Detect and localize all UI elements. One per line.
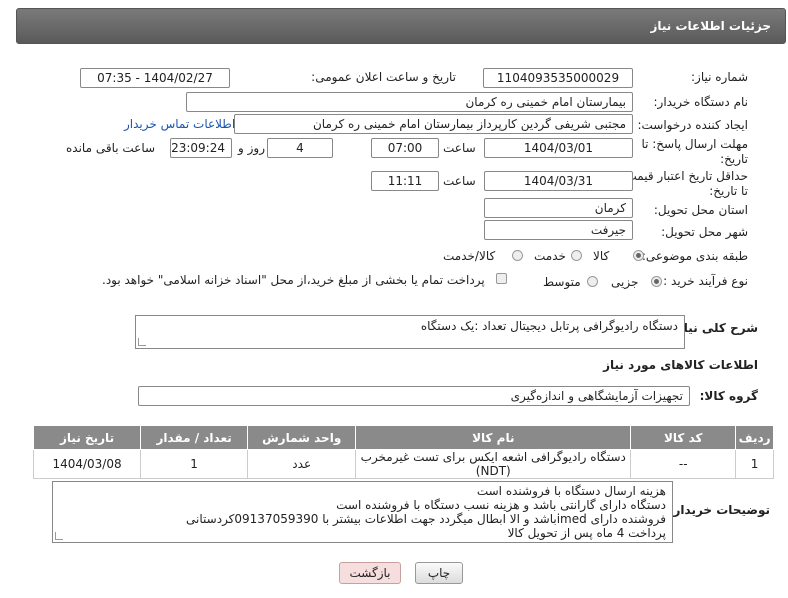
remaining-time-field[interactable]: 23:09:24 [170,138,232,158]
resize-handle-icon[interactable] [55,532,63,540]
header-bar: جزئیات اطلاعات نیاز [16,8,786,44]
process-label: نوع فرآیند خرید : [663,274,748,288]
cell-unit: عدد [247,449,357,479]
buyer-note-line: پرداخت 4 ماه پس از تحویل کالا [507,526,666,540]
validity-date-field[interactable]: 1404/03/31 [484,171,633,191]
category-label: طبقه بندی موضوعی: [641,249,748,263]
deadline-date-field[interactable]: 1404/03/01 [484,138,633,158]
days-field[interactable]: 4 [267,138,333,158]
city-field[interactable]: جیرفت [484,220,633,240]
treasury-payment-note: پرداخت تمام یا بخشی از مبلغ خرید،از محل … [102,273,485,287]
goods-table-header: ردیف کد کالا نام کالا واحد شمارش تعداد /… [32,425,774,450]
announce-field[interactable]: 1404/02/27 - 07:35 [80,68,230,88]
col-date: تاریخ نیاز [32,425,142,450]
process-option-minor: جزیی [611,275,639,289]
deadline-label-2: تاریخ: [720,152,748,166]
cell-code: -- [630,449,737,479]
category-option-goods: کالا [593,249,610,263]
col-unit: واحد شمارش [247,425,357,450]
print-button[interactable]: چاپ [415,562,463,584]
description-text: دستگاه رادیوگرافی پرتابل دیجیتال تعداد :… [420,319,678,333]
process-radio-minor[interactable] [651,276,662,287]
creator-label: ایجاد کننده درخواست: [637,118,748,132]
announce-label: تاریخ و ساعت اعلان عمومی: [311,70,456,84]
buyer-contact-link[interactable]: اطلاعات تماس خریدار [124,117,235,131]
col-name: نام کالا [355,425,632,450]
validity-label-2: تا تاریخ: [709,184,748,198]
buyer-note-line: هزینه ارسال دستگاه با فروشنده است [476,484,666,498]
city-label: شهر محل تحویل: [661,225,748,239]
buyer-notes-label: توضیحات خریدار: [668,503,770,517]
page-title: جزئیات اطلاعات نیاز [650,19,771,33]
category-radio-goods[interactable] [633,250,644,261]
deadline-time-field[interactable]: 07:00 [371,138,439,158]
province-label: استان محل تحویل: [653,203,748,217]
province-field[interactable]: کرمان [484,198,633,218]
deadline-label: مهلت ارسال پاسخ: تا [641,137,748,151]
cell-date: 1404/03/08 [32,449,142,479]
cell-qty: 1 [140,449,249,479]
goods-table: ردیف کد کالا نام کالا واحد شمارش تعداد /… [32,425,774,479]
col-code: کد کالا [630,425,737,450]
remaining-label: ساعت باقی مانده [66,141,156,155]
validity-label: حداقل تاریخ اعتبار قیمت: [621,169,748,183]
category-option-both: کالا/خدمت [443,249,496,263]
goods-group-label: گروه کالا: [699,389,758,403]
buyer-org-field[interactable]: بیمارستان امام خمینی ره کرمان [186,92,633,112]
category-radio-service[interactable] [571,250,582,261]
validity-time-field[interactable]: 11:11 [371,171,439,191]
validity-time-label: ساعت [443,174,476,188]
col-qty: تعداد / مقدار [140,425,249,450]
need-number-field[interactable]: 1104093535000029 [483,68,633,88]
need-details-page: جزئیات اطلاعات نیاز شماره نیاز: 11040935… [0,0,788,598]
process-radio-medium[interactable] [587,276,598,287]
col-row: ردیف [735,425,774,450]
buyer-note-line: دستگاه دارای گارانتی باشد و هزینه نسب دس… [336,498,666,512]
days-label: روز و [238,141,265,155]
treasury-payment-checkbox[interactable] [496,273,507,284]
resize-handle-icon[interactable] [138,338,146,346]
goods-group-field[interactable]: تجهیزات آزمایشگاهی و اندازه‌گیری [138,386,690,406]
creator-field[interactable]: مجتبی شریفی گردین کارپرداز بیمارستان اما… [234,114,633,134]
cell-row: 1 [735,449,774,479]
back-button[interactable]: بازگشت [339,562,401,584]
category-option-service: خدمت [534,249,566,263]
goods-section-title: اطلاعات کالاهای مورد نیاز [603,358,758,372]
need-number-label: شماره نیاز: [691,70,748,84]
category-radio-both[interactable] [512,250,523,261]
process-option-medium: متوسط [543,275,581,289]
cell-name: دستگاه رادیوگرافی اشعه ایکس برای تست غیر… [355,449,632,479]
buyer-notes-field[interactable]: هزینه ارسال دستگاه با فروشنده است دستگاه… [52,481,673,543]
description-field[interactable]: دستگاه رادیوگرافی پرتابل دیجیتال تعداد :… [135,315,685,349]
deadline-time-label: ساعت [443,141,476,155]
buyer-org-label: نام دستگاه خریدار: [653,95,749,109]
table-row[interactable]: 1 -- دستگاه رادیوگرافی اشعه ایکس برای تس… [32,449,774,479]
buyer-note-line: فروشنده دارای imedباشد و الا ابطال میگرد… [186,512,666,526]
